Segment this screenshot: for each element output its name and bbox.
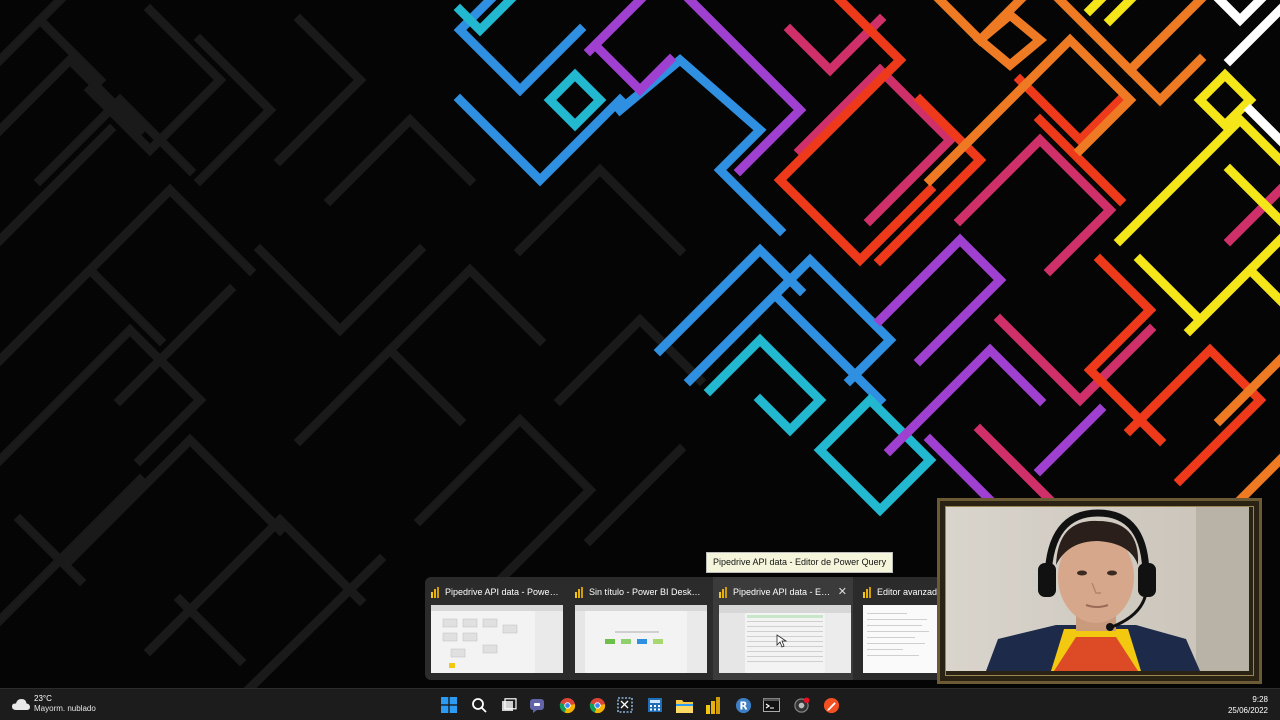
webcam-overlay <box>937 498 1262 684</box>
thumbnail-title: Pipedrive API data - Power BI ... <box>445 587 559 597</box>
weather-widget[interactable]: 23°C Mayorm. nublado <box>12 694 96 714</box>
clock-date: 25/06/2022 <box>1227 706 1268 715</box>
thumbnail-window-2[interactable]: Sin título - Power BI Desktop <box>569 577 709 680</box>
thumbnail-preview <box>863 605 937 673</box>
power-bi-icon[interactable] <box>700 692 726 718</box>
chrome-alt-icon[interactable] <box>584 692 610 718</box>
calculator-icon[interactable] <box>642 692 668 718</box>
thumbnail-title: Editor avanzado <box>877 587 937 597</box>
weather-description: Mayorm. nublado <box>34 704 96 713</box>
weather-temperature: 23°C <box>34 694 52 703</box>
taskbar: 23°C Mayorm. nublado R 9:28 25/06/2022 <box>0 688 1280 720</box>
file-explorer-icon[interactable] <box>671 692 697 718</box>
thumbnail-preview <box>719 605 851 673</box>
chrome-icon[interactable] <box>554 692 580 718</box>
pen-tool-icon[interactable] <box>818 692 844 718</box>
thumbnail-title: Pipedrive API data - Edit... <box>733 587 834 597</box>
thumbnail-window-3[interactable]: Pipedrive API data - Edit... ✕ <box>713 577 853 680</box>
recorder-icon[interactable] <box>788 692 814 718</box>
search-icon[interactable] <box>466 692 492 718</box>
power-bi-icon <box>431 586 439 598</box>
power-bi-icon <box>575 586 583 598</box>
windows-start-icon[interactable] <box>436 692 462 718</box>
taskbar-window-thumbnails: Pipedrive API data - Power BI ... Sin tí… <box>425 577 937 680</box>
window-tooltip: Pipedrive API data - Editor de Power Que… <box>706 552 894 573</box>
teams-chat-icon[interactable] <box>524 692 550 718</box>
thumbnail-preview <box>575 605 707 673</box>
thumbnail-window-1[interactable]: Pipedrive API data - Power BI ... <box>425 577 565 680</box>
thumbnail-window-4[interactable]: Editor avanzado <box>857 577 937 680</box>
clock-time: 9:28 <box>1252 695 1268 704</box>
snipping-tool-icon[interactable] <box>612 692 638 718</box>
webcam-feed <box>946 507 1249 671</box>
thumbnail-title: Sin título - Power BI Desktop <box>589 587 703 597</box>
task-view-icon[interactable] <box>496 692 522 718</box>
thumbnail-preview <box>431 605 563 673</box>
close-icon[interactable]: ✕ <box>838 586 847 598</box>
terminal-icon[interactable] <box>758 692 784 718</box>
r-icon[interactable]: R <box>730 692 756 718</box>
power-bi-icon <box>719 586 727 598</box>
power-bi-icon <box>863 586 871 598</box>
svg-text:R: R <box>739 700 747 712</box>
cloud-icon <box>12 699 30 710</box>
system-clock[interactable]: 9:28 25/06/2022 <box>1228 694 1268 716</box>
